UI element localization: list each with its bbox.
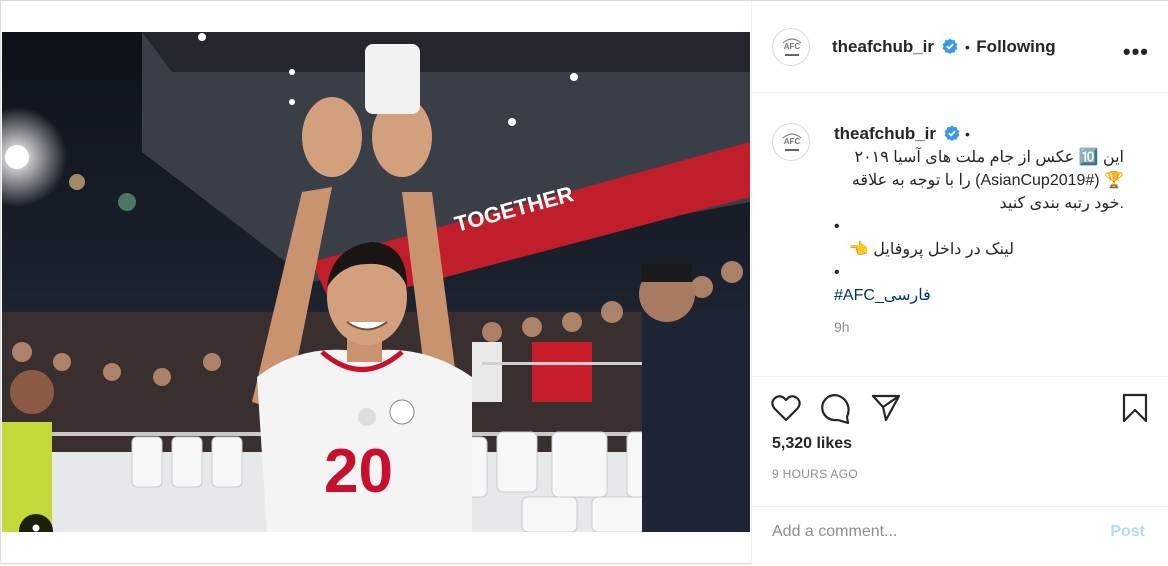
caption-bullet: • [834, 218, 840, 235]
post-modal: TOGETHER 20 AFC theafchub_ir • Following… [0, 0, 1168, 565]
user-icon [32, 524, 40, 532]
afc-logo-icon: AFC [782, 38, 802, 56]
avatar[interactable]: AFC [772, 28, 810, 66]
caption-bullet: • [834, 264, 840, 281]
caption-separator: • [964, 126, 970, 142]
hashtag-link[interactable]: #AFC_فارسی [834, 284, 1144, 307]
save-bookmark-icon[interactable] [1121, 393, 1149, 423]
post-actions: 5,320 likes 9 HOURS AGO [752, 376, 1168, 512]
more-options-icon[interactable]: ••• [1123, 39, 1149, 65]
svg-text:AFC: AFC [784, 137, 801, 146]
caption-line: .خود رتبه بندی کنید [999, 195, 1124, 212]
username-link[interactable]: theafchub_ir [832, 37, 934, 56]
post-comment-button[interactable]: Post [1110, 523, 1145, 541]
caption-time: 9h [834, 319, 850, 335]
comment-bubble-icon[interactable] [820, 393, 852, 425]
svg-text:AFC: AFC [784, 42, 801, 51]
likes-count[interactable]: 5,320 likes [772, 435, 852, 453]
caption-line: 🏆 (#AsianCup2019) را با توجه به علاقه [851, 172, 1124, 189]
afc-logo-icon: AFC [782, 133, 802, 151]
post-timestamp: 9 HOURS AGO [772, 467, 858, 481]
verified-badge-icon [944, 125, 960, 141]
verified-badge-icon [942, 38, 958, 54]
caption-avatar[interactable]: AFC [772, 123, 810, 161]
post-caption: theafchub_ir • این 🔟 عکس از جام ملت های … [834, 122, 1144, 307]
jersey-number: 20 [324, 437, 393, 506]
like-heart-icon[interactable] [771, 394, 801, 422]
comment-input[interactable]: Add a comment... [772, 523, 897, 541]
following-button[interactable]: Following [976, 37, 1055, 56]
post-details-panel: AFC theafchub_ir • Following ••• AFC the… [751, 1, 1168, 565]
caption-line: این 🔟 عکس از جام ملت های آسیا ۲۰۱۹ [854, 149, 1124, 166]
comment-bar: Add a comment... Post [752, 506, 1168, 566]
header-separator: • [964, 39, 970, 55]
post-photo[interactable]: TOGETHER 20 [2, 32, 750, 532]
post-header: AFC theafchub_ir • Following ••• [752, 1, 1168, 93]
photo-illustration: TOGETHER 20 [2, 32, 750, 532]
caption-line: لینک در داخل پروفایل 👈 [848, 241, 1014, 258]
share-send-icon[interactable] [871, 394, 901, 422]
caption-username[interactable]: theafchub_ir [834, 124, 936, 143]
